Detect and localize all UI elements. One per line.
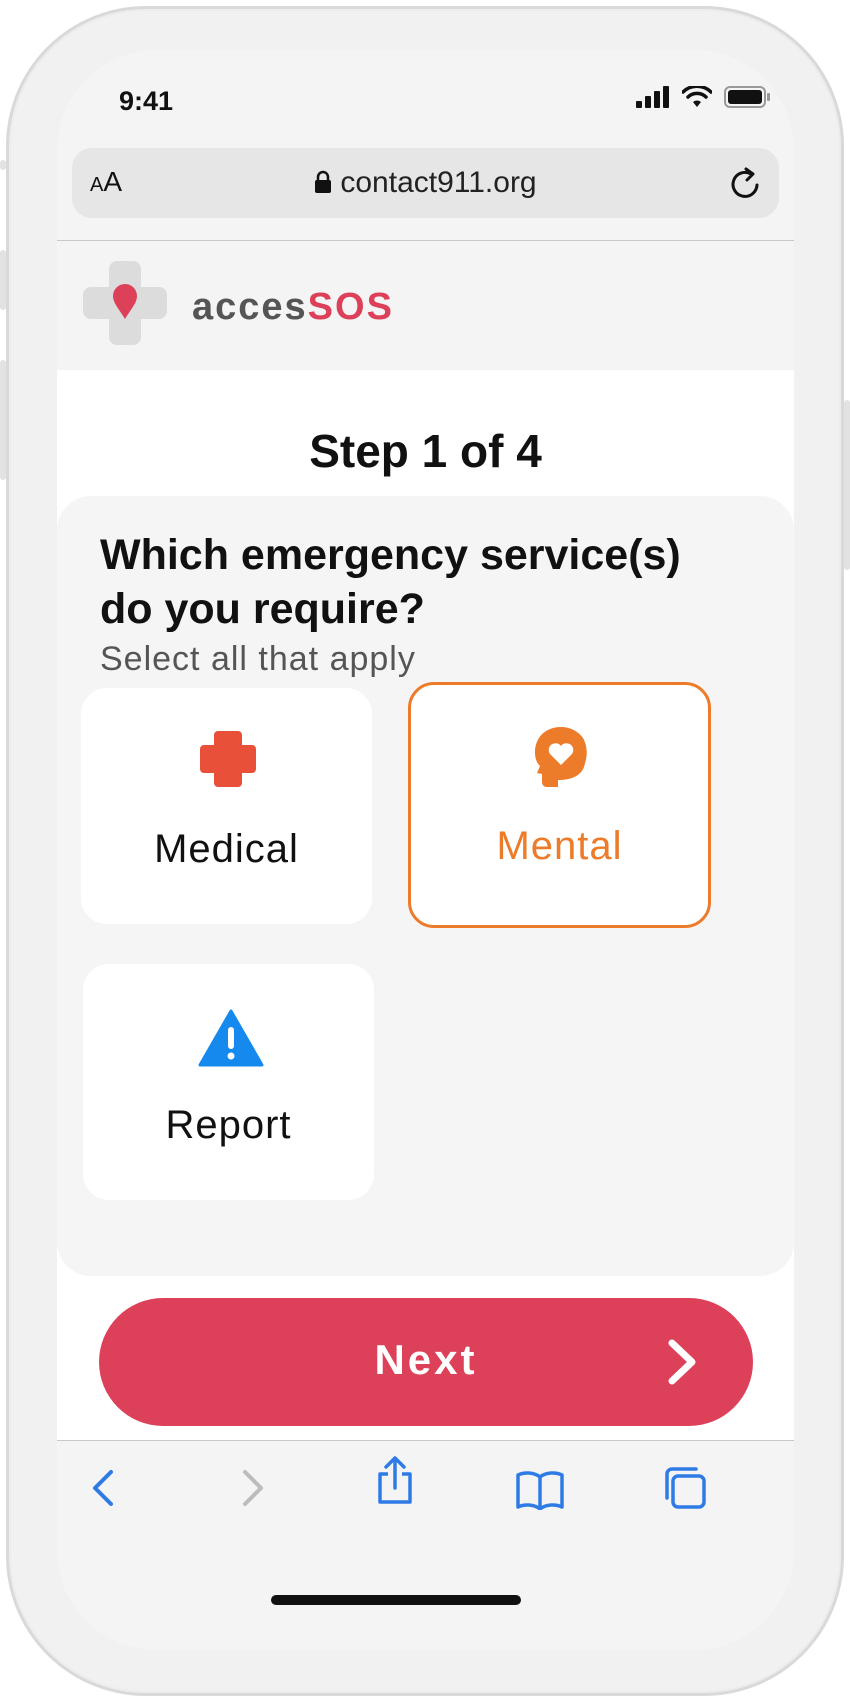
battery-icon — [724, 86, 770, 108]
address-bar[interactable]: AA contact911.org — [72, 148, 779, 218]
lock-icon — [315, 170, 332, 193]
next-button-label: Next — [374, 1336, 478, 1383]
forward-icon[interactable] — [237, 1468, 267, 1508]
status-icons — [636, 86, 770, 108]
url-field[interactable]: contact911.org — [72, 166, 779, 200]
status-time: 9:41 — [119, 86, 174, 116]
url-text: contact911.org — [340, 166, 537, 199]
step-indicator: Step 1 of 4 — [309, 425, 542, 477]
share-icon[interactable] — [375, 1456, 415, 1504]
home-indicator[interactable] — [271, 1595, 521, 1605]
option-report-label: Report — [165, 1103, 292, 1147]
warning-icon — [198, 1009, 264, 1067]
tabs-icon[interactable] — [663, 1466, 707, 1510]
next-button[interactable]: Next — [99, 1298, 753, 1426]
back-icon[interactable] — [89, 1468, 119, 1508]
reload-icon[interactable] — [729, 165, 763, 201]
accessos-logo-icon — [83, 261, 167, 345]
option-mental[interactable]: Mental — [408, 682, 711, 928]
option-medical-label: Medical — [154, 827, 299, 871]
option-medical[interactable]: Medical — [81, 688, 372, 924]
volume-down-button — [0, 360, 6, 480]
question-hint: Select all that apply — [100, 640, 416, 678]
brand-name: accesSOS — [192, 286, 394, 328]
chevron-right-icon — [668, 1339, 696, 1385]
option-report[interactable]: Report — [83, 964, 374, 1200]
mental-health-icon — [535, 727, 587, 787]
app-header — [57, 241, 794, 369]
medical-cross-icon — [200, 731, 256, 787]
wifi-icon — [682, 86, 712, 107]
option-mental-label: Mental — [496, 824, 623, 868]
cellular-signal-icon — [636, 86, 669, 108]
silent-switch — [0, 160, 6, 170]
question-title: Which emergency service(s) do you requir… — [100, 531, 681, 633]
bookmarks-icon[interactable] — [516, 1470, 564, 1510]
volume-up-button — [0, 250, 6, 310]
power-button — [844, 400, 850, 570]
screen: 9:41 AA contact911.org accesSOS Step 1 o… — [57, 50, 794, 1650]
